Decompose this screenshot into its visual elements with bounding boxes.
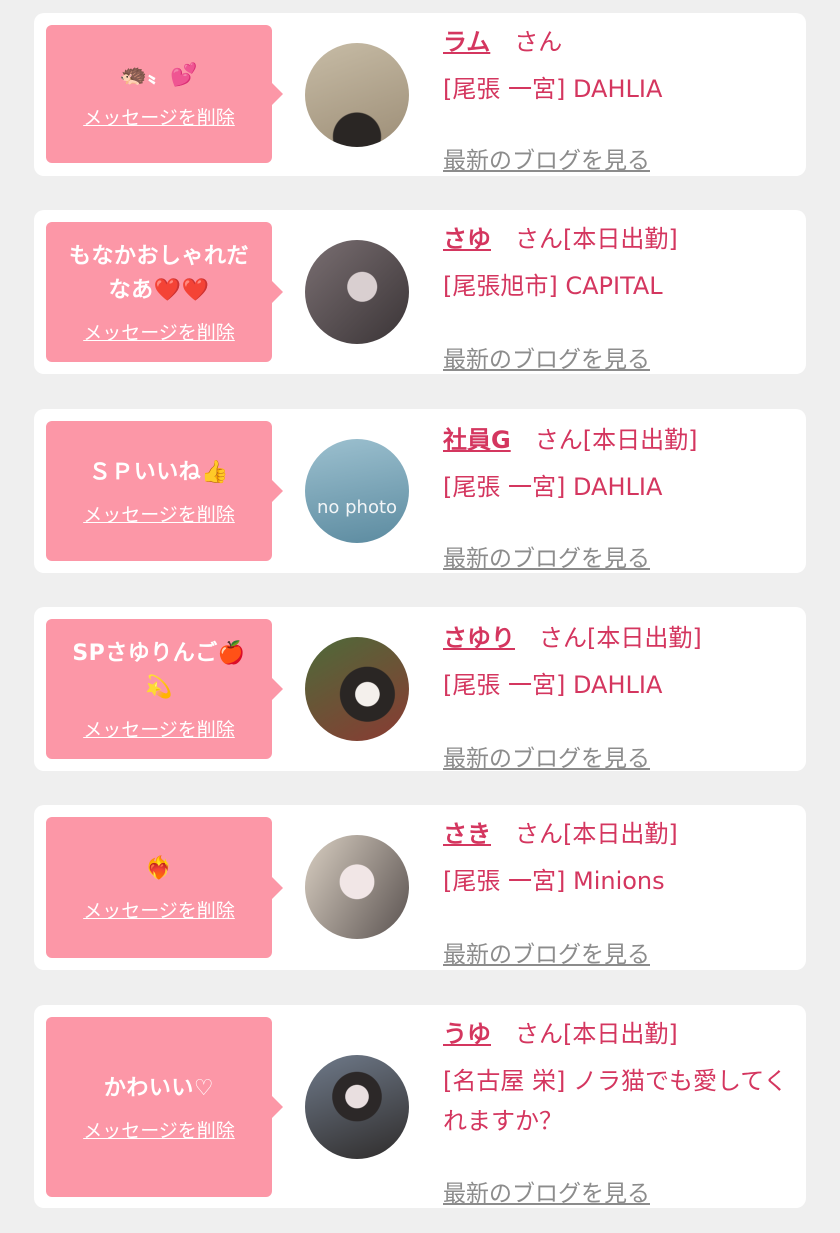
avatar[interactable]	[305, 637, 409, 741]
delete-message-link[interactable]: メッセージを削除	[83, 318, 235, 345]
blog-link[interactable]: 最新のブログを見る	[443, 935, 650, 969]
profile-info: うゆ さん[本日出勤] [名古屋 栄] ノラ猫でも愛してくれますか？ 最新のブログ…	[443, 1019, 794, 1207]
shop-name: [尾張旭市] CAPITAL	[443, 272, 663, 300]
profile-info: ラム さん [尾張 一宮] DAHLIA 最新のブログを見る	[443, 27, 794, 174]
message-bubble: かわいい♡ メッセージを削除	[46, 1017, 283, 1197]
message-text: もなかおしゃれだなあ❤️❤️	[68, 243, 249, 303]
message-card: ＳＰいいね👍 メッセージを削除 no photo 社員G さん[本日出勤] [尾張…	[34, 409, 806, 573]
profile-info: さゆり さん[本日出勤] [尾張 一宮] DAHLIA 最新のブログを見る	[443, 623, 794, 772]
avatar[interactable]	[305, 835, 409, 939]
delete-message-link[interactable]: メッセージを削除	[83, 715, 235, 742]
delete-message-link[interactable]: メッセージを削除	[83, 1116, 235, 1143]
message-card: もなかおしゃれだなあ❤️❤️ メッセージを削除 さゆ さん[本日出勤] [尾張旭市…	[34, 210, 806, 374]
no-photo-placeholder: no photo	[316, 497, 398, 518]
message-card: 🦔〟💕 メッセージを削除 ラム さん [尾張 一宮] DAHLIA 最新のブログを…	[34, 13, 806, 176]
delete-message-link[interactable]: メッセージを削除	[83, 896, 235, 923]
message-text: SPさゆりんご🍎💫	[72, 640, 246, 700]
shop-name: [名古屋 栄] ノラ猫でも愛してくれますか？	[443, 1067, 788, 1135]
cast-name-link[interactable]: さゆり	[443, 624, 515, 652]
message-card: かわいい♡ メッセージを削除 うゆ さん[本日出勤] [名古屋 栄] ノラ猫でも愛…	[34, 1005, 806, 1208]
blog-link[interactable]: 最新のブログを見る	[443, 539, 650, 573]
cast-name-link[interactable]: 社員G	[443, 426, 511, 454]
profile-info: さき さん[本日出勤] [尾張 一宮] Minions 最新のブログを見る	[443, 819, 794, 968]
status-badge: [本日出勤]	[563, 225, 678, 253]
message-bubble: もなかおしゃれだなあ❤️❤️ メッセージを削除	[46, 222, 283, 362]
message-text: ＳＰいいね👍	[88, 459, 230, 485]
avatar[interactable]	[305, 1055, 409, 1159]
message-card: ❤️‍🔥 メッセージを削除 さき さん[本日出勤] [尾張 一宮] Minions…	[34, 805, 806, 970]
honorific: さん	[515, 225, 563, 253]
honorific: さん	[515, 1020, 563, 1048]
cast-name-link[interactable]: うゆ	[443, 1020, 491, 1048]
blog-link[interactable]: 最新のブログを見る	[443, 1174, 650, 1208]
status-badge: [本日出勤]	[563, 820, 678, 848]
honorific: さん	[539, 624, 587, 652]
message-bubble: ❤️‍🔥 メッセージを削除	[46, 817, 283, 958]
honorific: さん	[534, 426, 583, 454]
profile-info: 社員G さん[本日出勤] [尾張 一宮] DAHLIA 最新のブログを見る	[443, 425, 794, 572]
message-bubble: SPさゆりんご🍎💫 メッセージを削除	[46, 619, 283, 759]
delete-message-link[interactable]: メッセージを削除	[83, 103, 235, 130]
blog-link[interactable]: 最新のブログを見る	[443, 340, 650, 374]
blog-link[interactable]: 最新のブログを見る	[443, 739, 650, 773]
message-text: ❤️‍🔥	[145, 856, 173, 881]
shop-name: [尾張 一宮] DAHLIA	[443, 75, 663, 103]
honorific: さん	[514, 28, 563, 56]
cast-name-link[interactable]: さゆ	[443, 225, 491, 253]
avatar[interactable]: no photo	[305, 439, 409, 543]
delete-message-link[interactable]: メッセージを削除	[83, 500, 235, 527]
status-badge: [本日出勤]	[563, 1020, 678, 1048]
message-text: 🦔〟💕	[119, 62, 199, 88]
blog-link[interactable]: 最新のブログを見る	[443, 141, 650, 175]
shop-name: [尾張 一宮] DAHLIA	[443, 473, 663, 501]
cast-name-link[interactable]: さき	[443, 820, 491, 848]
avatar[interactable]	[305, 240, 409, 344]
profile-info: さゆ さん[本日出勤] [尾張旭市] CAPITAL 最新のブログを見る	[443, 224, 794, 373]
honorific: さん	[515, 820, 563, 848]
message-bubble: ＳＰいいね👍 メッセージを削除	[46, 421, 283, 561]
message-bubble: 🦔〟💕 メッセージを削除	[46, 25, 283, 163]
cast-name-link[interactable]: ラム	[443, 28, 490, 56]
avatar[interactable]	[305, 43, 409, 147]
status-badge: [本日出勤]	[582, 426, 698, 454]
message-text: かわいい♡	[103, 1075, 215, 1101]
shop-name: [尾張 一宮] DAHLIA	[443, 671, 663, 699]
message-card: SPさゆりんご🍎💫 メッセージを削除 さゆり さん[本日出勤] [尾張 一宮] D…	[34, 607, 806, 772]
shop-name: [尾張 一宮] Minions	[443, 867, 665, 895]
status-badge: [本日出勤]	[587, 624, 702, 652]
